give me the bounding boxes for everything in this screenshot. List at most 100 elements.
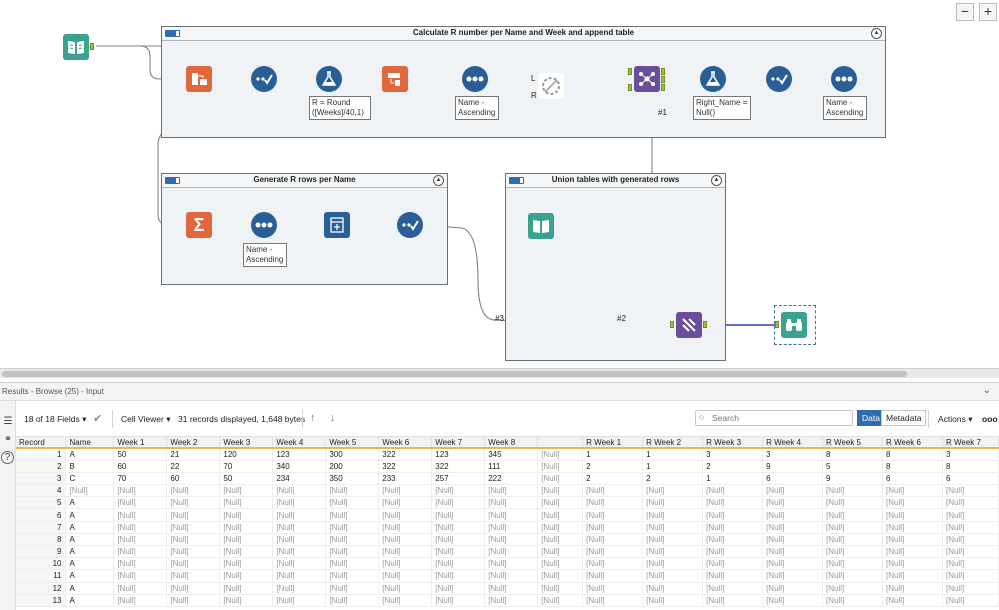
table-cell[interactable]: [Null] bbox=[431, 557, 486, 571]
table-cell[interactable]: [Null] bbox=[431, 569, 486, 583]
collapse-icon[interactable]: ▲ bbox=[871, 28, 882, 39]
column-header[interactable]: Week 6 bbox=[378, 437, 433, 449]
table-cell[interactable]: [Null] bbox=[166, 533, 221, 547]
table-cell[interactable]: [Null] bbox=[113, 582, 168, 595]
table-cell[interactable]: [Null] bbox=[762, 521, 824, 534]
table-cell[interactable]: [Null] bbox=[272, 521, 327, 534]
table-cell[interactable]: [Null] bbox=[431, 521, 486, 534]
table-cell[interactable]: [Null] bbox=[642, 557, 704, 571]
table-cell[interactable]: [Null] bbox=[822, 533, 883, 547]
table-cell[interactable]: [Null] bbox=[582, 594, 644, 607]
sort-tool-2[interactable] bbox=[831, 66, 857, 92]
table-cell[interactable]: [Null] bbox=[325, 521, 380, 534]
table-cell[interactable]: C bbox=[65, 472, 115, 486]
output-anchor[interactable] bbox=[90, 43, 94, 50]
table-cell[interactable]: [Null] bbox=[272, 533, 327, 547]
table-cell[interactable]: [Null] bbox=[582, 496, 644, 510]
table-cell[interactable]: [Null] bbox=[166, 508, 221, 522]
table-cell[interactable]: [Null] bbox=[219, 545, 274, 559]
table-cell[interactable]: [Null] bbox=[762, 533, 824, 547]
column-header[interactable]: Name bbox=[65, 437, 115, 449]
record-number-cell[interactable]: 1 bbox=[16, 448, 67, 461]
record-number-cell[interactable]: 2 bbox=[16, 460, 67, 473]
table-cell[interactable]: B bbox=[65, 460, 115, 473]
record-number-cell[interactable]: 5 bbox=[16, 496, 67, 510]
record-number-cell[interactable]: 7 bbox=[16, 521, 67, 534]
table-cell[interactable]: 9 bbox=[822, 472, 883, 486]
cell-viewer-dropdown[interactable]: Cell Viewer ▾ bbox=[121, 414, 170, 425]
table-cell[interactable]: 1 bbox=[642, 448, 704, 461]
table-cell[interactable]: [Null] bbox=[219, 594, 274, 607]
record-number-cell[interactable]: 13 bbox=[16, 594, 67, 607]
table-cell[interactable]: 70 bbox=[113, 472, 168, 486]
collapse-icon[interactable]: ▲ bbox=[711, 175, 722, 186]
table-cell[interactable]: [Null] bbox=[642, 533, 704, 547]
table-cell[interactable]: [Null] bbox=[702, 533, 764, 547]
column-header[interactable]: Record bbox=[16, 437, 67, 449]
table-cell[interactable]: [Null] bbox=[822, 496, 883, 510]
table-cell[interactable]: [Null] bbox=[378, 521, 433, 534]
column-header[interactable] bbox=[537, 437, 584, 449]
workflow-canvas[interactable]: Calculate R number per Name and Week and… bbox=[0, 0, 999, 370]
record-number-cell[interactable]: 12 bbox=[16, 582, 67, 595]
table-cell[interactable]: A bbox=[65, 557, 115, 571]
table-cell[interactable]: [Null] bbox=[702, 521, 764, 534]
table-cell[interactable]: [Null] bbox=[822, 569, 883, 583]
table-cell[interactable]: [Null] bbox=[325, 545, 380, 559]
table-cell[interactable]: 8 bbox=[882, 460, 943, 473]
table-cell[interactable]: [Null] bbox=[942, 545, 999, 559]
table-cell[interactable]: A bbox=[65, 569, 115, 583]
table-cell[interactable]: [Null] bbox=[762, 496, 824, 510]
table-cell[interactable]: [Null] bbox=[484, 557, 539, 571]
table-cell[interactable]: 123 bbox=[272, 448, 327, 461]
table-cell[interactable]: 322 bbox=[431, 460, 486, 473]
table-cell[interactable]: [Null] bbox=[702, 484, 764, 498]
table-cell[interactable]: [Null] bbox=[537, 533, 584, 547]
table-cell[interactable]: [Null] bbox=[642, 508, 704, 522]
table-cell[interactable]: 322 bbox=[378, 448, 433, 461]
table-cell[interactable]: [Null] bbox=[762, 508, 824, 522]
table-cell[interactable]: [Null] bbox=[378, 569, 433, 583]
table-cell[interactable]: 70 bbox=[219, 460, 274, 473]
canvas-horizontal-scrollbar[interactable] bbox=[0, 368, 999, 378]
table-cell[interactable]: [Null] bbox=[484, 594, 539, 607]
table-cell[interactable]: [Null] bbox=[484, 582, 539, 595]
table-cell[interactable]: [Null] bbox=[882, 496, 943, 510]
table-cell[interactable]: [Null] bbox=[942, 557, 999, 571]
table-cell[interactable]: [Null] bbox=[325, 533, 380, 547]
table-cell[interactable]: 1 bbox=[702, 472, 764, 486]
table-cell[interactable]: [Null] bbox=[537, 472, 584, 486]
transpose-tool[interactable] bbox=[186, 66, 212, 92]
table-cell[interactable]: 233 bbox=[378, 472, 433, 486]
column-header[interactable]: R Week 2 bbox=[642, 437, 704, 449]
table-cell[interactable]: [Null] bbox=[325, 508, 380, 522]
table-cell[interactable]: [Null] bbox=[882, 484, 943, 498]
table-cell[interactable]: [Null] bbox=[484, 533, 539, 547]
table-row[interactable]: 3 C 70 60 50 234 350 233 257 222 [Null] 2 2 1 6 9 6 6 bbox=[16, 472, 999, 486]
table-row[interactable]: 1 A 50 21 120 123 300 322 123 345 [Null] 1 1 3 3 8 8 3 bbox=[16, 448, 999, 461]
binoculars-icon[interactable]: ⚭ bbox=[1, 433, 15, 447]
column-header[interactable]: R Week 6 bbox=[882, 437, 943, 449]
table-cell[interactable]: 1 bbox=[642, 460, 704, 473]
table-cell[interactable]: [Null] bbox=[822, 582, 883, 595]
table-cell[interactable]: [Null] bbox=[882, 557, 943, 571]
table-row[interactable]: 11 A [Null] [Null] [Null] [Null] [Null] [Null][… bbox=[16, 569, 999, 583]
table-cell[interactable]: [Null] bbox=[702, 557, 764, 571]
record-number-cell[interactable]: 10 bbox=[16, 557, 67, 571]
table-cell[interactable]: A bbox=[65, 448, 115, 461]
metadata-tab[interactable]: Metadata bbox=[881, 410, 927, 426]
table-cell[interactable]: [Null] bbox=[537, 508, 584, 522]
table-cell[interactable]: [Null] bbox=[219, 496, 274, 510]
table-cell[interactable]: 3 bbox=[762, 448, 824, 461]
table-cell[interactable]: [Null] bbox=[166, 545, 221, 559]
table-row[interactable]: 4 [Null] [Null] [Null] [Null] [Null] [Null] [Nu… bbox=[16, 484, 999, 498]
table-cell[interactable]: [Null] bbox=[942, 594, 999, 607]
table-cell[interactable]: [Null] bbox=[325, 594, 380, 607]
union-output-anchor[interactable] bbox=[703, 321, 707, 328]
table-cell[interactable]: [Null] bbox=[166, 569, 221, 583]
table-cell[interactable]: [Null] bbox=[762, 582, 824, 595]
table-cell[interactable]: [Null] bbox=[702, 545, 764, 559]
table-cell[interactable]: 8 bbox=[942, 460, 999, 473]
table-cell[interactable]: [Null] bbox=[219, 508, 274, 522]
column-header[interactable]: Week 5 bbox=[325, 437, 380, 449]
